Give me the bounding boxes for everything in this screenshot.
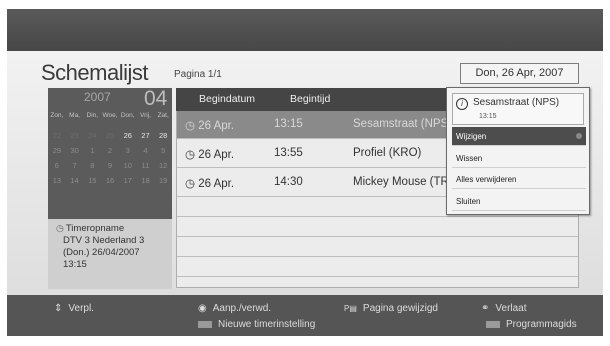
clock-icon: ◷ <box>185 178 199 190</box>
weekday-label: Don, <box>120 112 135 119</box>
header-start-time: Begintijd <box>290 93 331 105</box>
empty-row <box>177 218 578 237</box>
footer-toggle: ◉ Aanp./verwd. <box>198 303 272 314</box>
row-date: ◷ 26 Apr. <box>185 149 235 161</box>
color-key-icon <box>198 320 212 328</box>
calendar-grid: 22 23 24 25 26 27 28 29 30 1 2 3 4 5 6 7… <box>48 128 172 188</box>
top-band <box>7 9 603 51</box>
clock-icon: ◷ <box>185 149 199 161</box>
footer-exit: ⚭ Verlaat <box>481 303 527 314</box>
calendar-day: 23 <box>70 131 79 140</box>
calendar-day: 1 <box>90 146 95 155</box>
color-key-icon <box>486 320 500 328</box>
calendar-day-today: 26 <box>123 131 132 140</box>
row-program: Sesamstraat (NPS) <box>353 118 448 130</box>
menu-item-edit[interactable]: Wijzigen <box>452 127 586 146</box>
calendar-day: 11 <box>141 161 150 170</box>
calendar-month: 04 <box>144 87 168 110</box>
calendar-day: 29 <box>52 146 62 155</box>
menu-item-delete[interactable]: Wissen <box>452 149 586 168</box>
calendar-day: 25 <box>105 131 115 140</box>
row-date: ◷ 26 Apr. <box>185 178 235 190</box>
calendar-week: 6 7 8 9 10 11 12 <box>48 158 172 173</box>
calendar-week: 29 30 1 2 3 4 5 <box>48 143 172 158</box>
up-down-arrows-icon: ⇕ <box>54 303 63 314</box>
timer-date: (Don.) 26/04/2007 <box>63 247 140 258</box>
row-program: Profiel (KRO) <box>353 147 422 159</box>
weekday-label: Ma, <box>69 112 80 119</box>
empty-row <box>177 258 578 277</box>
timer-channel: DTV 3 Nederland 3 <box>63 235 145 246</box>
menu-item-label: Wissen <box>456 154 483 163</box>
header-start-date: Begindatum <box>199 93 256 105</box>
page-title: Schemalijst <box>41 60 148 85</box>
ok-icon <box>576 133 582 139</box>
calendar-day: 27 <box>141 131 150 140</box>
calendar-day: 22 <box>52 131 62 140</box>
weekday-label: Woe, <box>102 112 118 119</box>
calendar-day: 28 <box>159 131 168 140</box>
weekday-label: Vrij, <box>139 112 151 119</box>
info-icon: i <box>456 98 468 110</box>
calendar-week: 13 14 15 16 17 18 19 <box>48 173 172 188</box>
timer-info-box: ◷ Timeropname DTV 3 Nederland 3 (Don.) 26… <box>48 219 172 289</box>
calendar-day: 12 <box>159 161 168 170</box>
footer-new-timer: Nieuwe timerinstelling <box>198 319 315 330</box>
calendar-year: 2007 <box>84 90 111 104</box>
calendar-day: 24 <box>88 131 97 140</box>
back-icon: ⚭ <box>481 303 490 314</box>
current-datetime: Don, 26 Apr, 2007 13:02 <box>460 63 579 98</box>
calendar-day: 10 <box>123 161 132 170</box>
timer-type: Timeropname <box>65 223 125 234</box>
menu-item-label: Wijzigen <box>456 132 487 141</box>
calendar-day: 8 <box>90 161 95 170</box>
row-time: 13:55 <box>274 147 303 159</box>
clock-icon: ◷ <box>185 120 199 132</box>
weekday-label: Zon, <box>50 112 64 119</box>
weekday-label: Din, <box>86 112 99 119</box>
calendar-day: 16 <box>105 176 115 185</box>
footer-help-bar: ⇕ Verpl. ◉ Aanp./verwd. Nieuwe timerinstel… <box>7 295 603 336</box>
row-time: 13:15 <box>274 118 303 130</box>
row-date: ◷ 26 Apr. <box>185 120 235 132</box>
footer-move: ⇕ Verpl. <box>54 303 94 314</box>
ok-button-icon: ◉ <box>198 303 207 314</box>
row-time: 14:30 <box>274 176 303 188</box>
weekday-label: Zat, <box>157 112 169 119</box>
footer-guide: Programmagids <box>486 319 577 330</box>
popup-program: Sesamstraat (NPS) <box>473 97 560 108</box>
row-program: Mickey Mouse (TROS) <box>353 176 448 188</box>
popup-time: 13:15 <box>479 113 497 120</box>
calendar-day: 14 <box>70 176 79 185</box>
menu-item-label: Sluiten <box>456 197 481 206</box>
calendar-day: 2 <box>107 146 113 155</box>
calendar-day: 6 <box>54 161 59 170</box>
calendar-day: 7 <box>72 161 77 170</box>
empty-row <box>177 238 578 257</box>
menu-item-label: Alles verwijderen <box>456 175 517 184</box>
calendar-week: 22 23 24 25 26 27 28 <box>48 128 172 143</box>
clock-icon: ◷ <box>56 223 64 233</box>
calendar-day: 15 <box>88 176 97 185</box>
page-updown-icon: P▤ <box>344 304 357 313</box>
timer-time: 13:15 <box>63 259 87 270</box>
calendar-day: 17 <box>123 176 132 185</box>
calendar-day: 13 <box>52 176 62 185</box>
page-indicator: Pagina 1/1 <box>174 69 222 80</box>
calendar-day: 4 <box>143 146 148 155</box>
calendar-day: 9 <box>107 161 113 170</box>
calendar-day: 18 <box>141 176 150 185</box>
calendar-day: 19 <box>159 176 168 185</box>
calendar-day: 30 <box>70 146 79 155</box>
calendar-weekdays: Zon, Ma, Din, Woe, Don, Vrij, Zat, <box>48 112 172 119</box>
menu-item-delete-all[interactable]: Alles verwijderen <box>452 170 586 189</box>
calendar-day: 3 <box>125 146 130 155</box>
footer-page-change: P▤ Pagina gewijzigd <box>344 303 438 314</box>
menu-item-close[interactable]: Sluiten <box>452 192 586 211</box>
calendar-day: 5 <box>161 146 166 155</box>
